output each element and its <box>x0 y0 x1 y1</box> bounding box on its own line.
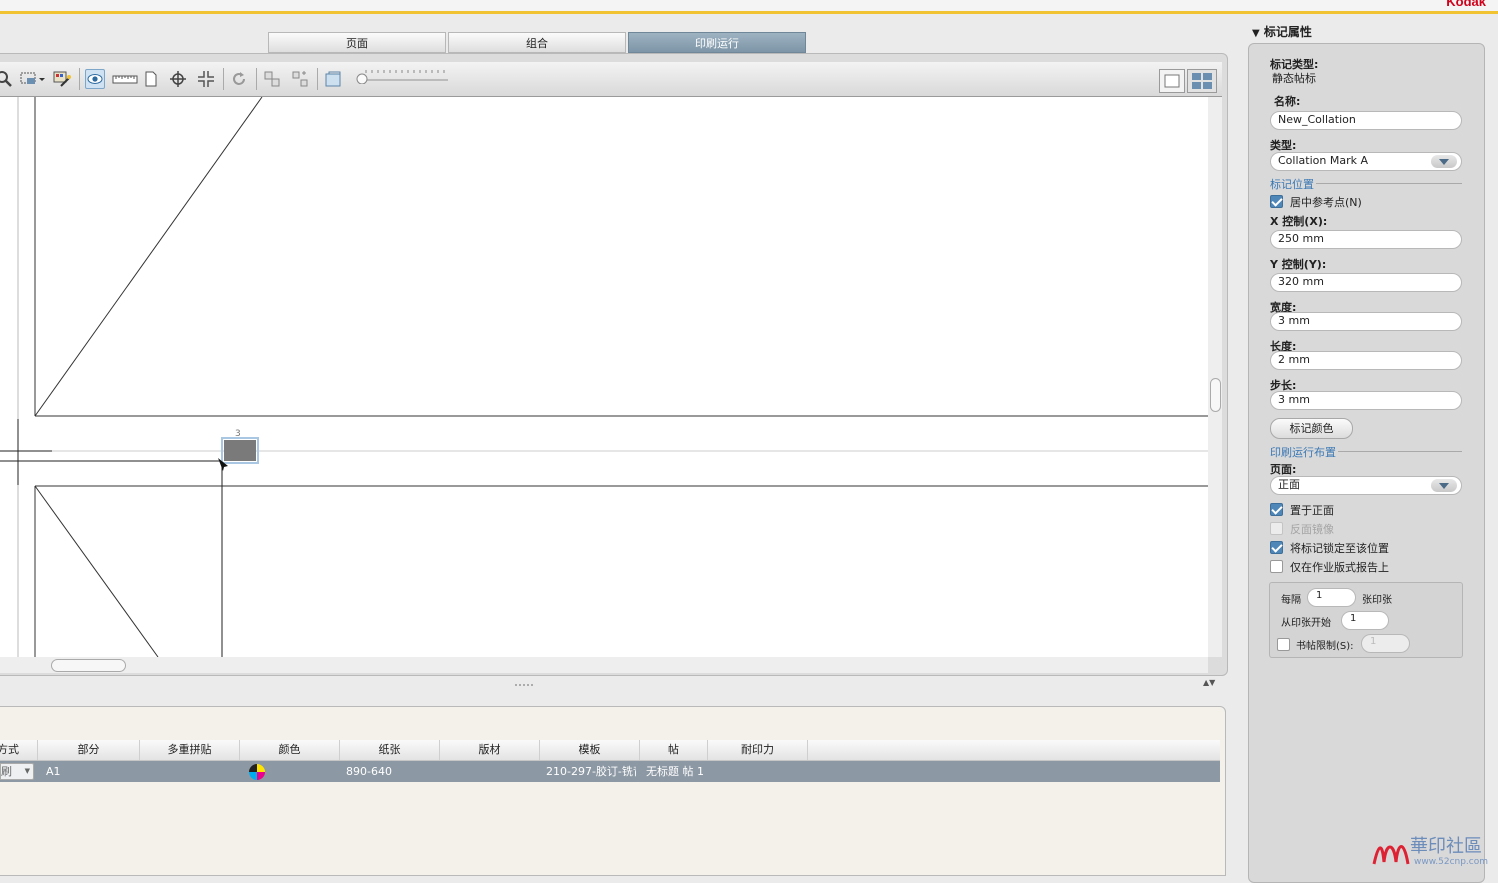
grid-view-button[interactable] <box>1187 69 1217 93</box>
watermark-emblem-icon <box>1372 845 1410 865</box>
vertical-scrollbar[interactable] <box>1208 97 1222 657</box>
tab-press-run[interactable]: 印刷运行 <box>628 32 806 53</box>
signature-limit-field[interactable]: 1 <box>1361 634 1410 653</box>
position-section-title: 标记位置 <box>1270 178 1314 191</box>
page-label: 页面: <box>1270 463 1297 476</box>
part-cell: A1 <box>46 765 61 778</box>
page-value: 正面 <box>1278 478 1300 491</box>
mark-number-label: 3 <box>235 429 241 439</box>
table-header: 方式 部分 多重拼贴 颜色 纸张 版材 模板 帖 耐印力 <box>0 740 1220 761</box>
select-tool-icon[interactable] <box>18 69 46 89</box>
paper-cell: 890-640 <box>346 765 392 778</box>
single-view-button[interactable] <box>1159 69 1185 93</box>
name-label: 名称: <box>1274 95 1301 108</box>
length-field[interactable]: 2 mm <box>1270 351 1462 370</box>
mark-wizard-icon[interactable] <box>52 69 72 89</box>
vertical-scroll-thumb[interactable] <box>1210 378 1221 412</box>
signature-cell: 无标题 帖 1 <box>646 765 704 778</box>
every-label: 每隔 <box>1281 595 1301 606</box>
ruler-icon[interactable] <box>112 69 138 89</box>
align-icon[interactable] <box>262 69 282 89</box>
chevron-down-icon <box>1439 159 1449 165</box>
on-front-checkbox[interactable] <box>1270 503 1283 516</box>
tab-pages[interactable]: 页面 <box>268 32 446 53</box>
horizontal-scrollbar[interactable] <box>0 657 1208 673</box>
signature-icon[interactable] <box>323 69 343 89</box>
mode-select[interactable]: 刷 ▼ <box>0 763 34 780</box>
layout-canvas[interactable]: 3 <box>0 97 1208 657</box>
rotate-icon[interactable] <box>229 69 249 89</box>
lock-position-checkbox[interactable] <box>1270 541 1283 554</box>
x-control-field[interactable]: 250 mm <box>1270 230 1462 249</box>
width-field[interactable]: 3 mm <box>1270 312 1462 331</box>
col-color[interactable]: 颜色 <box>240 740 340 760</box>
col-paper[interactable]: 纸张 <box>340 740 440 760</box>
mark-color-button[interactable]: 标记颜色 <box>1270 418 1353 439</box>
press-run-section-title: 印刷运行布置 <box>1270 446 1336 459</box>
back-mirror-checkbox[interactable] <box>1270 522 1283 535</box>
every-field[interactable]: 1 <box>1307 588 1356 607</box>
toolbar <box>0 62 1222 97</box>
type-value: Collation Mark A <box>1278 154 1368 167</box>
col-durability[interactable]: 耐印力 <box>708 740 808 760</box>
sheets-label: 张印张 <box>1362 595 1392 606</box>
on-front-label: 置于正面 <box>1290 504 1334 517</box>
chevron-down-icon: ▼ <box>24 767 30 775</box>
mark-type-value: 静态帖标 <box>1272 72 1316 85</box>
col-part[interactable]: 部分 <box>38 740 140 760</box>
start-sheet-field[interactable]: 1 <box>1341 611 1389 630</box>
back-mirror-label: 反面镜像 <box>1290 523 1334 536</box>
press-run-table-panel <box>0 706 1226 876</box>
page-dropdown[interactable]: 正面 <box>1270 476 1462 495</box>
top-bar <box>0 0 1498 14</box>
sheet-drawing <box>0 97 1208 657</box>
lock-position-label: 将标记锁定至该位置 <box>1290 542 1389 555</box>
preview-eye-icon[interactable] <box>85 69 105 89</box>
distribute-icon[interactable] <box>290 69 310 89</box>
crosshair-icon[interactable] <box>168 69 188 89</box>
panel-splitter-grip[interactable] <box>514 683 534 687</box>
horizontal-scroll-thumb[interactable] <box>51 659 126 672</box>
watermark-text: 華印社區 <box>1410 836 1482 857</box>
col-plate[interactable]: 版材 <box>440 740 540 760</box>
chevron-down-icon <box>1439 483 1449 489</box>
col-multi-tile[interactable]: 多重拼贴 <box>140 740 240 760</box>
collapse-triangle-icon: ▼ <box>1252 28 1260 39</box>
name-field[interactable]: New_Collation <box>1270 111 1462 130</box>
x-control-label: X 控制(X): <box>1270 215 1328 228</box>
start-sheet-label: 从印张开始 <box>1281 618 1331 629</box>
signature-limit-checkbox[interactable] <box>1277 638 1290 651</box>
table-row[interactable]: 刷 ▼ A1 890-640 210-297-胶订-铣背 无标题 帖 1 <box>0 761 1220 782</box>
template-cell: 210-297-胶订-铣背 <box>546 765 636 778</box>
brand-logo: Kodak <box>1446 0 1486 9</box>
mode-value: 刷 <box>1 765 12 778</box>
single-view-icon <box>1164 74 1180 88</box>
zoom-icon[interactable] <box>0 69 14 89</box>
properties-title: 标记属性 <box>1263 25 1312 39</box>
report-only-checkbox[interactable] <box>1270 560 1283 573</box>
center-ref-checkbox[interactable] <box>1270 195 1283 208</box>
col-mode[interactable]: 方式 <box>0 740 38 760</box>
report-only-label: 仅在作业版式报告上 <box>1290 561 1389 574</box>
col-template[interactable]: 模板 <box>540 740 640 760</box>
collapse-arrows-icon[interactable]: ▲▼ <box>1203 678 1215 687</box>
y-control-label: Y 控制(Y): <box>1270 258 1327 271</box>
type-label: 类型: <box>1270 139 1297 152</box>
properties-header[interactable]: ▼ 标记属性 <box>1252 23 1312 40</box>
cmyk-color-icon <box>248 763 266 784</box>
col-signature[interactable]: 帖 <box>640 740 708 760</box>
grid-view-icon <box>1192 73 1212 89</box>
step-field[interactable]: 3 mm <box>1270 391 1462 410</box>
type-dropdown[interactable]: Collation Mark A <box>1270 152 1462 171</box>
page-icon[interactable] <box>141 69 161 89</box>
tab-assembly[interactable]: 组合 <box>448 32 626 53</box>
watermark-url: www.52cnp.com <box>1414 857 1489 867</box>
trim-marks-icon[interactable] <box>196 69 216 89</box>
signature-limit-label: 书帖限制(S): <box>1296 641 1354 652</box>
watermark-logo: 華印社區 www.52cnp.com <box>1370 832 1498 870</box>
center-ref-label: 居中参考点(N) <box>1290 196 1362 209</box>
y-control-field[interactable]: 320 mm <box>1270 273 1462 292</box>
zoom-slider[interactable] <box>356 68 448 84</box>
